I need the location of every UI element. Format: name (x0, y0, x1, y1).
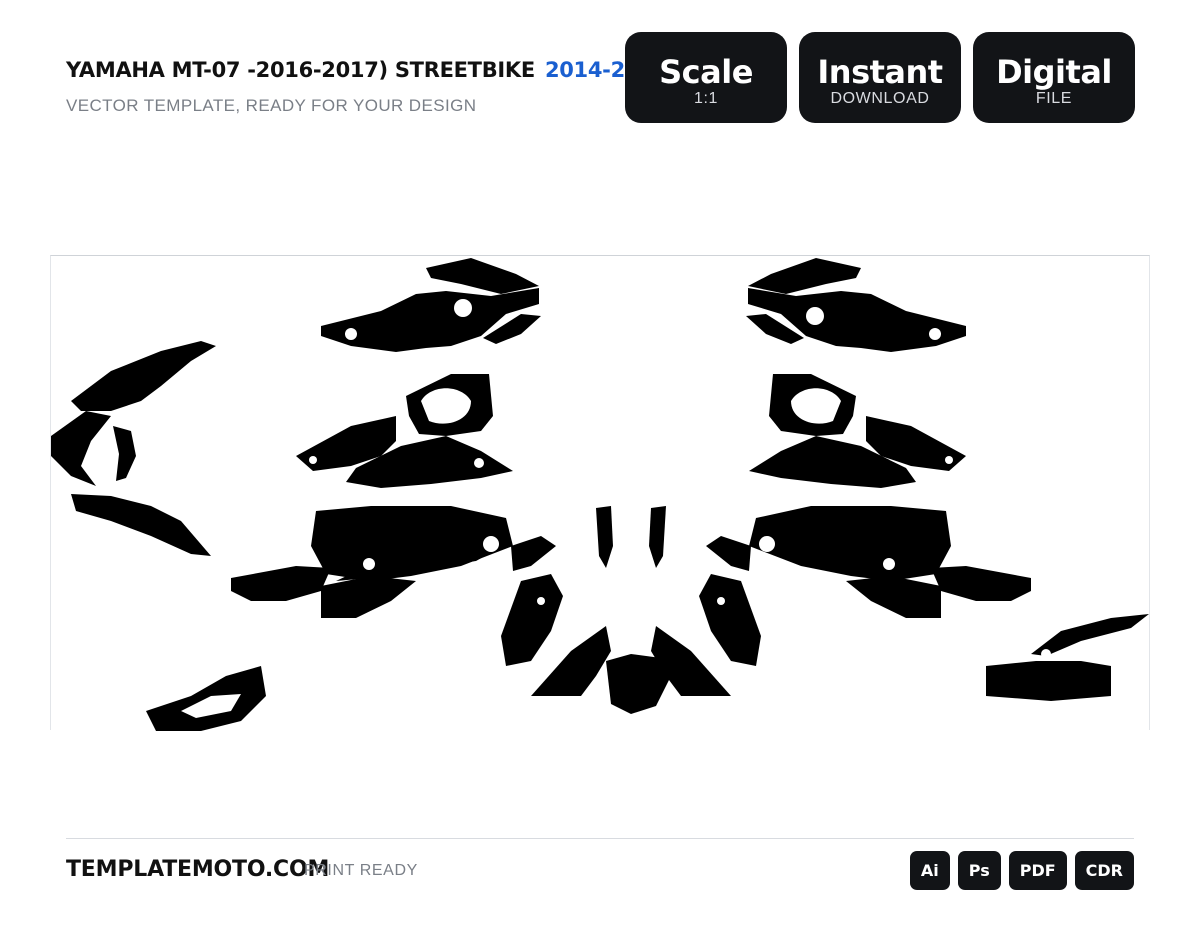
decal-piece (231, 566, 331, 601)
format-badge-ai: Ai (909, 851, 950, 890)
scale-badge-sub: 1:1 (693, 90, 719, 107)
decal-piece (596, 506, 613, 568)
decal-piece (71, 494, 211, 556)
title-text: YAMAHA MT-07 -2016-2017) STREETBIKE (66, 58, 535, 82)
decal-piece (113, 426, 136, 481)
decal-piece (931, 566, 1031, 601)
decal-template-preview (50, 255, 1150, 731)
decal-template-image (51, 258, 1149, 731)
decal-piece (699, 574, 761, 666)
decal-piece (1031, 614, 1149, 656)
footer-divider (66, 838, 1134, 839)
page-title: YAMAHA MT-07 -2016-2017) STREETBIKE 2014-… (66, 58, 668, 82)
digital-file-badge: Digital FILE (973, 32, 1135, 123)
print-ready-label: PRINT READY (304, 862, 418, 879)
instant-badge-sub: DOWNLOAD (830, 90, 930, 107)
scale-badge-main: Scale (659, 53, 753, 91)
decal-piece (606, 654, 671, 714)
digital-badge-sub: FILE (1035, 90, 1073, 107)
decal-piece (321, 288, 539, 352)
decal-piece (321, 576, 416, 618)
instant-download-badge: Instant DOWNLOAD (799, 32, 961, 123)
decal-piece (749, 506, 951, 581)
format-badge-ps: Ps (957, 851, 1001, 890)
decal-piece (986, 661, 1111, 701)
format-badge-pdf: PDF (1008, 851, 1067, 890)
decal-piece (649, 506, 666, 568)
brand-name: TEMPLATEMOTO.COM (66, 857, 330, 882)
decal-mounting-holes (181, 299, 1051, 718)
decal-piece (706, 536, 751, 571)
decal-piece (748, 288, 966, 352)
decal-piece (846, 576, 941, 618)
decal-piece (71, 341, 216, 411)
file-format-badges: Ai Ps PDF CDR (909, 851, 1134, 890)
page-subtitle: VECTOR TEMPLATE, READY FOR YOUR DESIGN (66, 96, 477, 115)
decal-piece (501, 574, 563, 666)
decal-piece (511, 536, 556, 571)
format-badge-cdr: CDR (1074, 851, 1134, 890)
decal-piece (426, 258, 539, 294)
scale-badge: Scale 1:1 (625, 32, 787, 123)
digital-badge-main: Digital (996, 53, 1112, 91)
decal-piece (748, 258, 861, 294)
instant-badge-main: Instant (817, 53, 943, 91)
decal-piece (51, 411, 111, 486)
